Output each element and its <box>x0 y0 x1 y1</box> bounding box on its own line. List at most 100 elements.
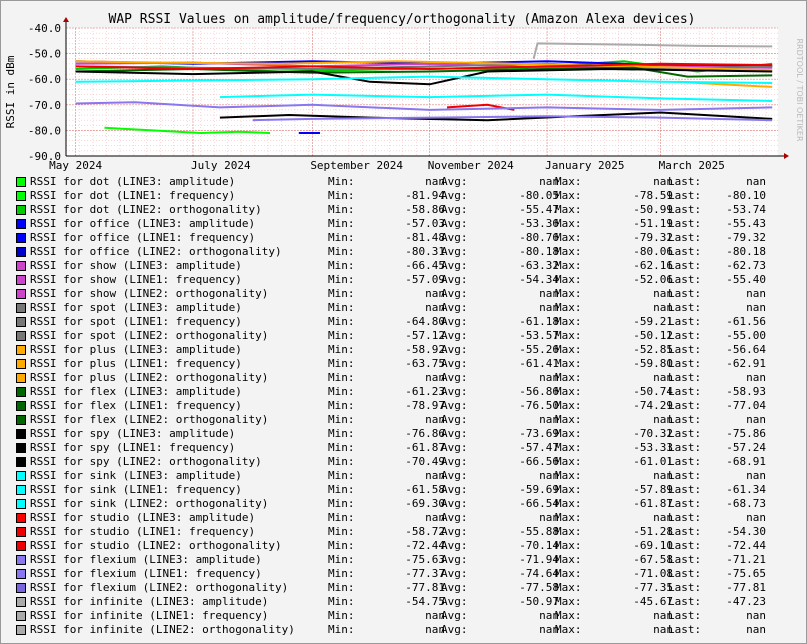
legend-stat-label: Max: <box>555 203 582 216</box>
legend-stat-label: Min: <box>328 287 355 300</box>
legend-row: RSSI for dot (LINE2: orthogonality) Min: -… <box>0 203 807 217</box>
legend-swatch <box>16 275 26 285</box>
legend-stat-label: Avg: <box>441 427 468 440</box>
legend-stat-value: -74.64 <box>519 567 559 580</box>
legend-stat-label: Max: <box>555 189 582 202</box>
legend-stat-value: -61.23 <box>405 385 445 398</box>
legend-row: RSSI for infinite (LINE2: orthogonality)… <box>0 623 807 637</box>
legend-stat-value: nan <box>539 609 559 622</box>
legend-stat-value: nan <box>539 371 559 384</box>
legend-stat-value: nan <box>653 301 673 314</box>
legend-stat-value: nan <box>746 301 766 314</box>
legend-swatch <box>16 387 26 397</box>
legend-stat-label: Last: <box>668 343 702 356</box>
legend-stat-label: Min: <box>328 385 355 398</box>
legend-stat-value: -61.01 <box>633 455 673 468</box>
legend-stat-value: -47.23 <box>726 595 766 608</box>
legend-stat-label: Avg: <box>441 525 468 538</box>
legend-stat-label: Min: <box>328 567 355 580</box>
legend-stat-value: -61.18 <box>519 315 559 328</box>
legend-swatch <box>16 541 26 551</box>
legend-row: RSSI for flexium (LINE3: amplitude) Min: -… <box>0 553 807 567</box>
legend-row: RSSI for studio (LINE3: amplitude) Min: na… <box>0 511 807 525</box>
legend-stat-value: -58.86 <box>405 203 445 216</box>
legend-stat-value: -81.94 <box>405 189 445 202</box>
legend-stat-label: Last: <box>668 511 702 524</box>
legend-swatch <box>16 457 26 467</box>
legend-stat-label: Max: <box>555 175 582 188</box>
legend-stat-value: nan <box>425 609 445 622</box>
legend-row: RSSI for sink (LINE1: frequency) Min: -61.… <box>0 483 807 497</box>
legend-series-name: RSSI for infinite (LINE1: frequency) <box>30 609 269 622</box>
legend-stat-value: nan <box>653 609 673 622</box>
legend-stat-label: Min: <box>328 217 355 230</box>
legend-row: RSSI for spy (LINE1: frequency) Min: -61.8… <box>0 441 807 455</box>
legend-stat-value: nan <box>653 175 673 188</box>
legend-stat-value: -81.48 <box>405 231 445 244</box>
legend-row: RSSI for flex (LINE1: frequency) Min: -78.… <box>0 399 807 413</box>
legend-stat-value: -66.45 <box>405 259 445 272</box>
legend-row: RSSI for show (LINE1: frequency) Min: -57.… <box>0 273 807 287</box>
legend-stat-value: -55.43 <box>726 217 766 230</box>
legend-swatch <box>16 597 26 607</box>
legend-stat-value: -57.12 <box>405 329 445 342</box>
legend-stat-value: nan <box>539 469 559 482</box>
legend-series-name: RSSI for spy (LINE1: frequency) <box>30 441 236 454</box>
legend-stat-value: nan <box>653 413 673 426</box>
legend-stat-value: nan <box>653 469 673 482</box>
legend-stat-label: Last: <box>668 259 702 272</box>
legend-stat-value: nan <box>653 623 673 636</box>
plot-area <box>66 28 778 156</box>
legend-stat-label: Max: <box>555 385 582 398</box>
legend-stat-value: nan <box>746 609 766 622</box>
legend-stat-value: nan <box>653 287 673 300</box>
legend-stat-value: -80.06 <box>633 245 673 258</box>
legend-stat-value: -50.12 <box>633 329 673 342</box>
legend-stat-value: -63.32 <box>519 259 559 272</box>
legend-stat-label: Avg: <box>441 343 468 356</box>
legend-stat-label: Avg: <box>441 539 468 552</box>
legend-stat-value: -71.08 <box>633 567 673 580</box>
legend-stat-label: Max: <box>555 273 582 286</box>
legend-stat-label: Last: <box>668 427 702 440</box>
legend-stat-value: -80.76 <box>519 231 559 244</box>
legend-stat-label: Min: <box>328 315 355 328</box>
legend-stat-label: Last: <box>668 595 702 608</box>
legend-stat-value: -79.32 <box>633 231 673 244</box>
legend-stat-label: Last: <box>668 175 702 188</box>
legend-stat-value: -58.92 <box>405 343 445 356</box>
legend-stat-label: Avg: <box>441 259 468 272</box>
legend-series-name: RSSI for show (LINE1: frequency) <box>30 273 242 286</box>
legend-swatch <box>16 527 26 537</box>
legend-stat-label: Avg: <box>441 413 468 426</box>
legend-stat-label: Avg: <box>441 175 468 188</box>
legend-stat-value: -71.21 <box>726 553 766 566</box>
legend-stat-label: Max: <box>555 595 582 608</box>
legend-stat-label: Last: <box>668 553 702 566</box>
legend-stat-value: -50.97 <box>519 595 559 608</box>
legend-series-name: RSSI for dot (LINE2: orthogonality) <box>30 203 262 216</box>
legend-stat-label: Min: <box>328 525 355 538</box>
legend-swatch <box>16 233 26 243</box>
legend-stat-label: Max: <box>555 329 582 342</box>
legend-stat-label: Avg: <box>441 315 468 328</box>
legend-stat-label: Min: <box>328 539 355 552</box>
legend-stat-value: nan <box>425 301 445 314</box>
legend-stat-label: Max: <box>555 217 582 230</box>
legend-swatch <box>16 583 26 593</box>
legend-series-name: RSSI for flexium (LINE1: frequency) <box>30 567 262 580</box>
legend-stat-value: -59.69 <box>519 483 559 496</box>
legend-stat-value: -55.00 <box>726 329 766 342</box>
legend-stat-label: Max: <box>555 259 582 272</box>
legend-row: RSSI for plus (LINE1: frequency) Min: -63.… <box>0 357 807 371</box>
legend-stat-label: Min: <box>328 413 355 426</box>
legend-stat-value: nan <box>425 413 445 426</box>
legend-stat-label: Max: <box>555 301 582 314</box>
legend-stat-label: Last: <box>668 273 702 286</box>
legend-stat-label: Max: <box>555 357 582 370</box>
legend-stat-label: Min: <box>328 371 355 384</box>
legend-stat-label: Avg: <box>441 301 468 314</box>
legend-stat-label: Avg: <box>441 455 468 468</box>
legend-stat-label: Min: <box>328 203 355 216</box>
legend-stat-value: -52.06 <box>633 273 673 286</box>
